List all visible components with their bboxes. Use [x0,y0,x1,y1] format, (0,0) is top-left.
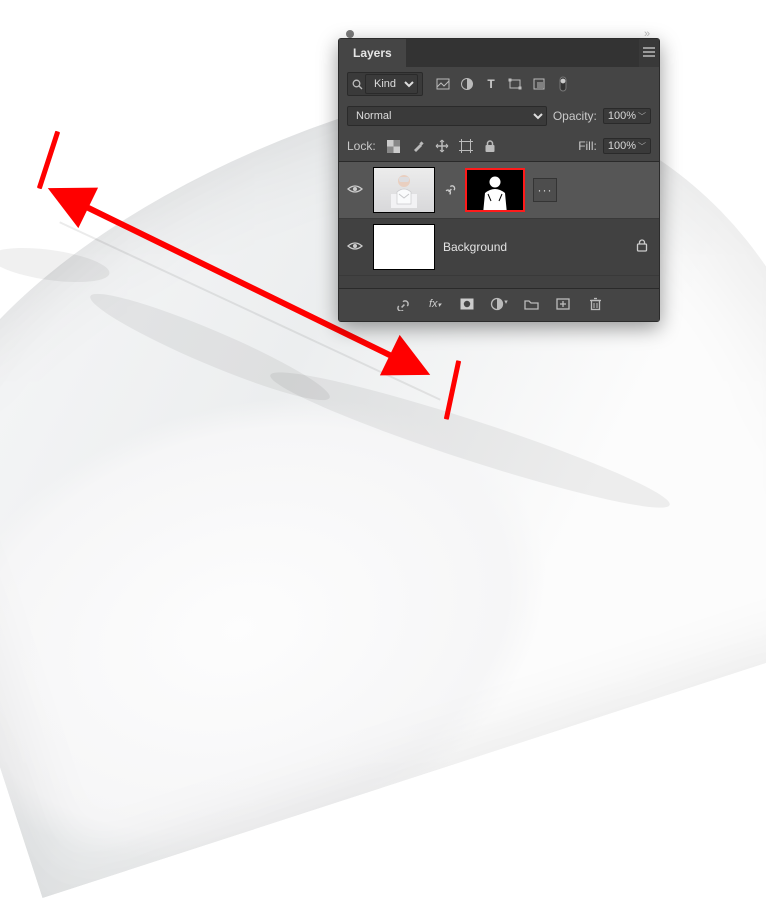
mask-link-icon[interactable] [443,183,457,198]
window-traffic-lights[interactable] [346,30,354,38]
layers-panel: Layers Kind T Normal Opacity: 10 [338,38,660,322]
chevron-down-icon: ﹀ [638,111,646,122]
mask-silhouette-icon [477,174,513,212]
lock-all-icon[interactable] [480,136,500,156]
delete-layer-icon[interactable] [586,296,604,312]
filter-row: Kind T [339,67,659,101]
lock-artboard-icon[interactable] [456,136,476,156]
layer-thumbnail[interactable] [373,167,435,213]
link-layers-icon[interactable] [394,296,412,312]
visibility-toggle[interactable] [347,240,365,255]
filter-icons: T [433,74,573,94]
shape-layer-filter-icon[interactable] [505,74,525,94]
lock-transparency-icon[interactable] [384,136,404,156]
layer-row[interactable]: ··· [339,162,659,219]
lock-position-icon[interactable] [432,136,452,156]
fill-field[interactable]: 100%﹀ [603,138,651,154]
filter-toggle-switch[interactable] [553,74,573,94]
search-icon [352,79,363,90]
layer-properties-button[interactable]: ··· [533,178,557,202]
panel-menu-icon[interactable] [639,46,659,60]
panel-footer: fx▾ ▾ [339,289,659,321]
layer-list: ··· Background [339,161,659,289]
blend-mode-dropdown[interactable]: Normal [347,106,547,126]
new-layer-icon[interactable] [554,296,572,312]
layer-row[interactable]: Background [339,219,659,276]
opacity-field[interactable]: 100%﹀ [603,108,651,124]
window-close-dot[interactable] [346,30,354,38]
layer-thumbnail[interactable] [373,224,435,270]
type-layer-filter-icon[interactable]: T [481,74,501,94]
filter-type-dropdown[interactable]: Kind [347,72,423,96]
lock-paint-icon[interactable] [408,136,428,156]
pixel-layer-filter-icon[interactable] [433,74,453,94]
layers-tab[interactable]: Layers [339,39,406,67]
layer-lock-icon[interactable] [633,239,651,255]
opacity-label: Opacity: [553,109,597,123]
document-canvas: » Layers Kind T Normal [0,0,766,575]
adjustment-layer-icon[interactable]: ▾ [490,296,508,312]
blend-row: Normal Opacity: 100%﹀ [339,101,659,131]
lock-label: Lock: [347,139,376,153]
layer-fx-icon[interactable]: fx▾ [426,296,444,312]
smartobject-layer-filter-icon[interactable] [529,74,549,94]
adjustment-layer-filter-icon[interactable] [457,74,477,94]
group-layers-icon[interactable] [522,296,540,312]
chevron-down-icon: ﹀ [638,141,646,152]
layer-mask-thumbnail[interactable] [465,168,525,212]
visibility-toggle[interactable] [347,183,365,198]
add-mask-icon[interactable] [458,296,476,312]
layer-list-empty [339,276,659,288]
person-thumbnail-icon [391,172,417,208]
tabbar-spacer [406,39,639,67]
layer-name[interactable]: Background [443,240,625,254]
lock-row: Lock: Fill: 100%﹀ [339,131,659,161]
panel-tabbar: Layers [339,39,659,67]
fill-label: Fill: [578,139,597,153]
